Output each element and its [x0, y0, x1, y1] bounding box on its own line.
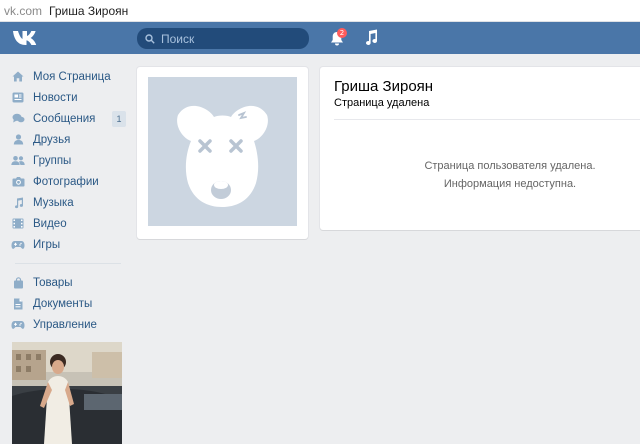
search-box[interactable]: [137, 28, 309, 49]
messages-icon: [11, 113, 25, 125]
sidebar-item-label: Игры: [33, 238, 61, 251]
notifications-badge: 2: [337, 28, 347, 38]
sidebar-item-documents[interactable]: Документы: [11, 293, 126, 314]
deleted-message-line-1: Страница пользователя удалена.: [424, 160, 596, 172]
sidebar-item-news[interactable]: Новости: [11, 87, 126, 108]
browser-title-bar: vk.com Гриша Зироян: [0, 0, 640, 22]
sidebar-item-label: Документы: [33, 297, 93, 310]
music-note-icon: [11, 197, 25, 209]
deactivated-avatar: [148, 77, 297, 226]
sidebar-item-label: Новости: [33, 91, 78, 104]
camera-icon: [11, 176, 25, 188]
left-menu: Моя Страница Новости Сообщения 1 Друзья …: [11, 66, 126, 335]
document-icon: [11, 298, 25, 310]
sidebar-item-messages[interactable]: Сообщения 1: [11, 108, 126, 129]
sidebar-item-photos[interactable]: Фотографии: [11, 171, 126, 192]
sidebar-item-label: Музыка: [33, 196, 74, 209]
sidebar-item-label: Группы: [33, 154, 72, 167]
browser-domain: vk.com: [4, 3, 43, 18]
sidebar-item-label: Управление: [33, 318, 97, 331]
sidebar-item-label: Друзья: [33, 133, 71, 146]
sidebar-item-goods[interactable]: Товары: [11, 272, 126, 293]
home-icon: [11, 71, 25, 83]
music-player-icon[interactable]: [363, 29, 379, 47]
messages-counter-badge: 1: [112, 111, 126, 127]
profile-divider: [334, 119, 640, 120]
sidebar-item-label: Фотографии: [33, 175, 99, 188]
sidebar-item-manage[interactable]: Управление: [11, 314, 126, 335]
profile-avatar-card: [137, 67, 308, 239]
sidebar-item-my-page[interactable]: Моя Страница: [11, 66, 126, 87]
sidebar-item-label: Моя Страница: [33, 70, 111, 83]
groups-icon: [11, 155, 25, 167]
sidebar-item-music[interactable]: Музыка: [11, 192, 126, 213]
vk-logo-icon[interactable]: [12, 29, 40, 47]
sidebar-item-label: Сообщения: [33, 112, 96, 125]
sidebar-item-label: Видео: [33, 217, 67, 230]
profile-name: Гриша Зироян: [334, 78, 434, 95]
sidebar-user-photo[interactable]: [12, 342, 122, 444]
notifications-button[interactable]: 2: [328, 28, 347, 47]
sidebar-item-video[interactable]: Видео: [11, 213, 126, 234]
profile-status: Страница удалена: [334, 97, 430, 109]
menu-divider: [15, 263, 121, 264]
deleted-message-line-2: Информация недоступна.: [443, 178, 577, 190]
deleted-page-message: Страница пользователя удалена. Информаци…: [320, 157, 640, 193]
gamepad-icon: [11, 239, 25, 251]
gamepad-icon: [11, 319, 25, 331]
search-icon: [145, 33, 155, 44]
sidebar-item-games[interactable]: Игры: [11, 234, 126, 255]
sidebar-item-friends[interactable]: Друзья: [11, 129, 126, 150]
top-header: 2: [0, 22, 640, 54]
news-icon: [11, 92, 25, 104]
search-input[interactable]: [161, 31, 301, 46]
sidebar-item-groups[interactable]: Группы: [11, 150, 126, 171]
sidebar-item-label: Товары: [33, 276, 73, 289]
browser-page-title: Гриша Зироян: [49, 3, 129, 18]
bag-icon: [11, 276, 25, 289]
deactivated-dog-icon: [177, 105, 268, 207]
friend-icon: [11, 134, 25, 146]
video-icon: [11, 218, 25, 230]
profile-info-card: Гриша Зироян Страница удалена Страница п…: [320, 67, 640, 230]
